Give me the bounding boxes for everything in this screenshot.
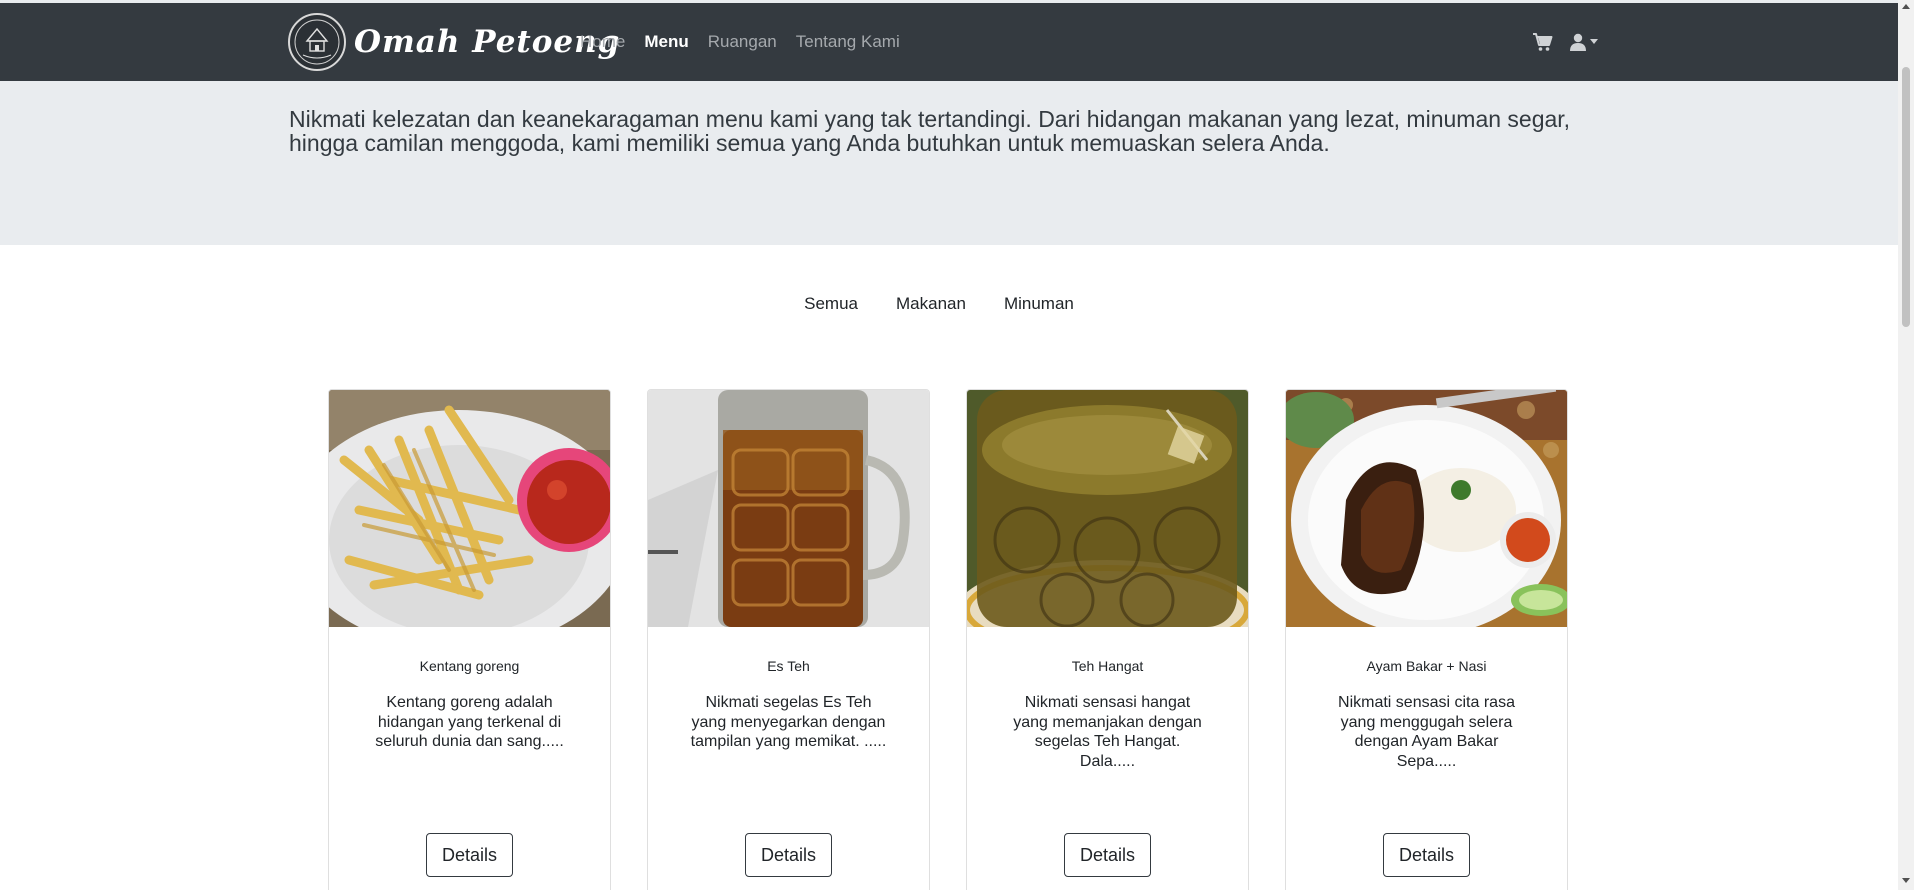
vertical-scrollbar[interactable] <box>1898 0 1914 890</box>
card-title: Teh Hangat <box>1071 658 1144 674</box>
nav-tentang-kami[interactable]: Tentang Kami <box>796 32 900 52</box>
menu-card: Kentang goreng Kentang goreng adalah hid… <box>328 389 611 890</box>
nav-right <box>1532 3 1598 81</box>
filter-makanan[interactable]: Makanan <box>896 294 966 314</box>
menu-card: Ayam Bakar + Nasi Nikmati sensasi cita r… <box>1285 389 1568 890</box>
nav-ruangan[interactable]: Ruangan <box>708 32 777 52</box>
menu-card: Teh Hangat Nikmati sensasi hangat yang m… <box>966 389 1249 890</box>
menu-item-image <box>1286 390 1567 627</box>
details-button[interactable]: Details <box>1383 833 1470 877</box>
user-dropdown-icon[interactable] <box>1568 32 1598 52</box>
card-description: Nikmati sensasi hangat yang memanjakan d… <box>1013 694 1202 770</box>
card-title: Ayam Bakar + Nasi <box>1366 658 1487 674</box>
filter-semua[interactable]: Semua <box>804 294 858 314</box>
brand[interactable]: Omah Petoeng <box>288 12 620 72</box>
menu-item-image <box>967 390 1248 627</box>
scroll-thumb[interactable] <box>1902 67 1910 327</box>
card-title: Kentang goreng <box>419 658 520 674</box>
menu-item-image <box>648 390 929 627</box>
card-description: Nikmati segelas Es Teh yang menyegarkan … <box>690 694 887 750</box>
menu-item-image <box>329 390 610 627</box>
card-description: Kentang goreng adalah hidangan yang terk… <box>375 694 564 750</box>
hero-text: Nikmati kelezatan dan keanekaragaman men… <box>289 106 1571 156</box>
menu-card: Es Teh Nikmati segelas Es Teh yang menye… <box>647 389 930 890</box>
category-filters: Semua Makanan Minuman <box>0 294 1898 314</box>
nav-links: Home Menu Ruangan Tentang Kami <box>580 3 919 81</box>
restaurant-logo-icon <box>288 13 346 71</box>
scroll-up-arrow-icon[interactable] <box>1902 4 1910 9</box>
details-button[interactable]: Details <box>745 833 832 877</box>
card-description: Nikmati sensasi cita rasa yang menggugah… <box>1338 694 1515 770</box>
details-button[interactable]: Details <box>1064 833 1151 877</box>
nav-home[interactable]: Home <box>580 32 625 52</box>
card-title: Es Teh <box>767 658 810 674</box>
details-button[interactable]: Details <box>426 833 513 877</box>
page: Omah Petoeng Home Menu Ruangan Tentang K… <box>0 0 1898 890</box>
hero-section: Nikmati kelezatan dan keanekaragaman men… <box>0 81 1898 245</box>
navbar: Omah Petoeng Home Menu Ruangan Tentang K… <box>0 3 1898 81</box>
filter-minuman[interactable]: Minuman <box>1004 294 1074 314</box>
scroll-down-arrow-icon[interactable] <box>1902 878 1910 883</box>
nav-menu[interactable]: Menu <box>644 32 688 52</box>
cart-icon[interactable] <box>1532 31 1554 53</box>
